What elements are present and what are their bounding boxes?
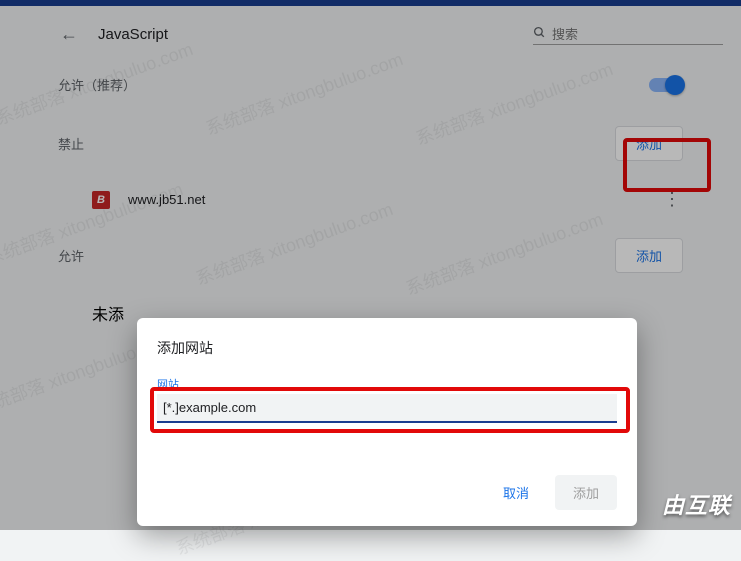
back-arrow-icon[interactable]: ← (58, 24, 80, 45)
block-label: 禁止 (58, 134, 84, 153)
blocked-site-url: www.jb51.net (128, 192, 205, 207)
search-field[interactable] (533, 24, 723, 45)
dialog-confirm-button[interactable]: 添加 (555, 475, 617, 510)
add-site-dialog: 添加网站 网站 取消 添加 (137, 318, 637, 526)
allow-toggle[interactable] (649, 78, 683, 92)
allow-add-button[interactable]: 添加 (615, 238, 683, 273)
search-icon (533, 26, 546, 42)
allow-recommend-label: 允许（推荐） (58, 75, 136, 94)
brand-watermark: 由互联 (662, 488, 731, 520)
block-section-header: 禁止 添加 (58, 110, 683, 177)
search-input[interactable] (552, 27, 723, 42)
more-vert-icon[interactable]: ⋮ (661, 189, 683, 210)
site-field-label: 网站 (157, 376, 617, 392)
blocked-site-row: B www.jb51.net ⋮ (58, 177, 683, 222)
allow-recommend-row: 允许（推荐） (58, 59, 683, 110)
allow-label: 允许 (58, 246, 84, 265)
page-title: JavaScript (98, 26, 168, 43)
dialog-title: 添加网站 (157, 338, 617, 358)
site-favicon-icon: B (92, 191, 110, 209)
allow-section-header: 允许 添加 (58, 222, 683, 289)
dialog-cancel-button[interactable]: 取消 (485, 475, 547, 510)
site-url-input[interactable] (157, 394, 617, 423)
page-header: ← JavaScript (18, 6, 723, 59)
block-add-button[interactable]: 添加 (615, 126, 683, 161)
allow-empty-text: 未添 (92, 301, 124, 325)
